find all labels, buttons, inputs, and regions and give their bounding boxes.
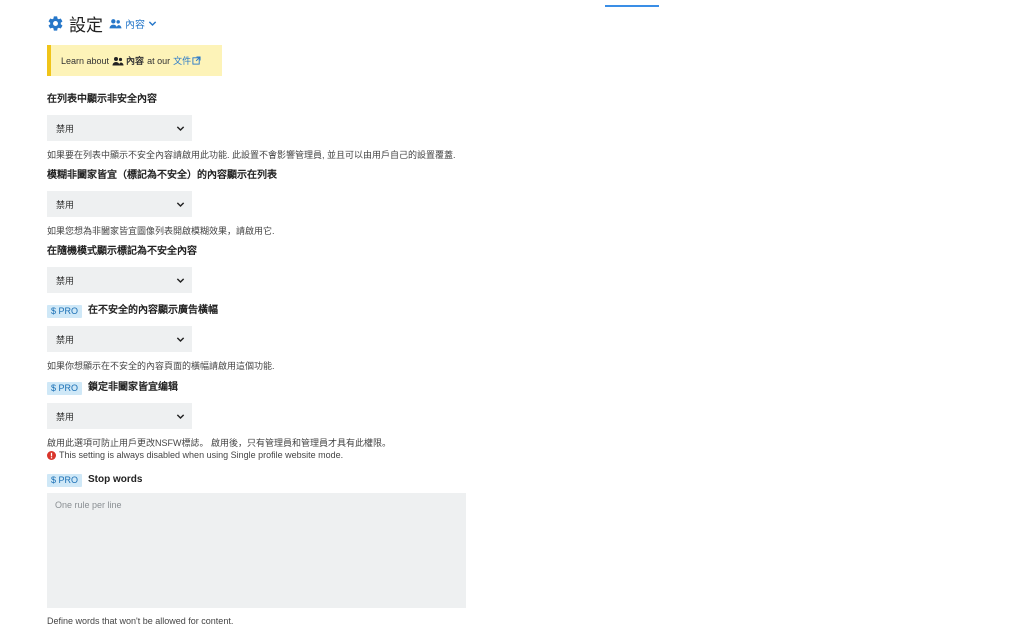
setting-label: 模糊非闔家皆宜（標記為不安全）的內容顯示在列表 xyxy=(47,170,277,181)
setting-label: Stop words xyxy=(88,474,143,485)
active-tab-indicator xyxy=(605,5,659,7)
select-value: 禁用 xyxy=(56,412,75,422)
people-icon xyxy=(109,18,122,28)
chevron-down-icon xyxy=(176,202,185,208)
setting-label: 在隨機模式顯示標記為不安全內容 xyxy=(47,246,197,257)
pro-badge: $ PRO xyxy=(47,304,83,318)
docs-link-label: 文件 xyxy=(173,56,192,66)
chevron-down-icon xyxy=(176,278,185,284)
stop-words-textarea[interactable] xyxy=(47,493,466,608)
pro-badge: $ PRO xyxy=(47,473,83,487)
docs-notice: Learn about 內容 at our 文件 xyxy=(47,45,222,76)
pro-badge: $ PRO xyxy=(47,381,83,395)
show-unsafe-select[interactable]: 禁用 xyxy=(47,115,192,141)
select-value: 禁用 xyxy=(56,335,75,345)
settings-page: 設定 內容 Learn about 內容 at our 文件 在列表中顯示非安全… xyxy=(0,0,1024,636)
notice-prefix: Learn about xyxy=(61,55,110,66)
gear-icon xyxy=(48,15,63,31)
setting-show-unsafe-in-listings: 在列表中顯示非安全內容 禁用 如果要在列表中顯示不安全內容請啟用此功能. 此設置… xyxy=(47,93,456,161)
notice-subject: 內容 xyxy=(126,56,145,66)
setting-unsafe-in-random-mode: 在隨機模式顯示標記為不安全內容 禁用 xyxy=(47,245,197,293)
setting-help: 啟用此選項可防止用戶更改NSFW標誌。 啟用後，只有管理員和管理員才具有此權限。 xyxy=(47,438,391,448)
chevron-down-icon xyxy=(176,337,185,343)
page-header: 設定 內容 xyxy=(47,11,157,35)
page-title: 設定 xyxy=(69,15,103,35)
chevron-down-icon xyxy=(148,20,157,26)
exclamation-circle-icon xyxy=(47,450,56,460)
blur-nsfw-select[interactable]: 禁用 xyxy=(47,191,192,217)
setting-warning: This setting is always disabled when usi… xyxy=(47,449,391,461)
setting-help: 如果你想顯示在不安全的內容頁面的橫幅請啟用這個功能. xyxy=(47,361,275,371)
chevron-down-icon xyxy=(176,126,185,132)
notice-middle: at our xyxy=(147,55,171,66)
content-section-label: 內容 xyxy=(125,19,145,31)
setting-label: 在列表中顯示非安全內容 xyxy=(47,94,157,105)
unsafe-banners-select[interactable]: 禁用 xyxy=(47,326,192,352)
external-link-icon xyxy=(192,56,201,65)
select-value: 禁用 xyxy=(56,276,75,286)
warning-text: This setting is always disabled when usi… xyxy=(59,450,344,460)
setting-lock-nsfw-editing: $ PRO 鎖定非闔家皆宜编辑 禁用 啟用此選項可防止用戶更改NSFW標誌。 啟… xyxy=(47,381,391,461)
select-value: 禁用 xyxy=(56,200,75,210)
random-mode-unsafe-select[interactable]: 禁用 xyxy=(47,267,192,293)
setting-label-row: $ PRO 鎖定非闔家皆宜编辑 xyxy=(47,381,391,395)
docs-link[interactable]: 文件 xyxy=(173,54,201,67)
chevron-down-icon xyxy=(176,414,185,420)
setting-blur-nsfw-in-listings: 模糊非闔家皆宜（標記為不安全）的內容顯示在列表 禁用 如果您想為非闔家皆宜圖像列… xyxy=(47,169,277,237)
content-section-dropdown[interactable]: 內容 xyxy=(109,16,157,31)
setting-help: 如果您想為非闔家皆宜圖像列表開啟模糊效果，請啟用它. xyxy=(47,226,275,236)
setting-help: Define words that won't be allowed for c… xyxy=(47,616,234,626)
setting-label-row: $ PRO 在不安全的內容顯示廣告橫幅 xyxy=(47,304,275,318)
setting-banners-on-unsafe: $ PRO 在不安全的內容顯示廣告橫幅 禁用 如果你想顯示在不安全的內容頁面的橫… xyxy=(47,304,275,372)
setting-label: 在不安全的內容顯示廣告橫幅 xyxy=(88,305,219,316)
lock-nsfw-select[interactable]: 禁用 xyxy=(47,403,192,429)
setting-stop-words: $ PRO Stop words Define words that won't… xyxy=(47,473,466,627)
setting-label: 鎖定非闔家皆宜编辑 xyxy=(88,382,179,393)
setting-label-row: $ PRO Stop words xyxy=(47,473,466,487)
people-icon xyxy=(112,56,124,65)
setting-help: 如果要在列表中顯示不安全內容請啟用此功能. 此設置不會影響管理員, 並且可以由用… xyxy=(47,150,456,160)
select-value: 禁用 xyxy=(56,124,75,134)
